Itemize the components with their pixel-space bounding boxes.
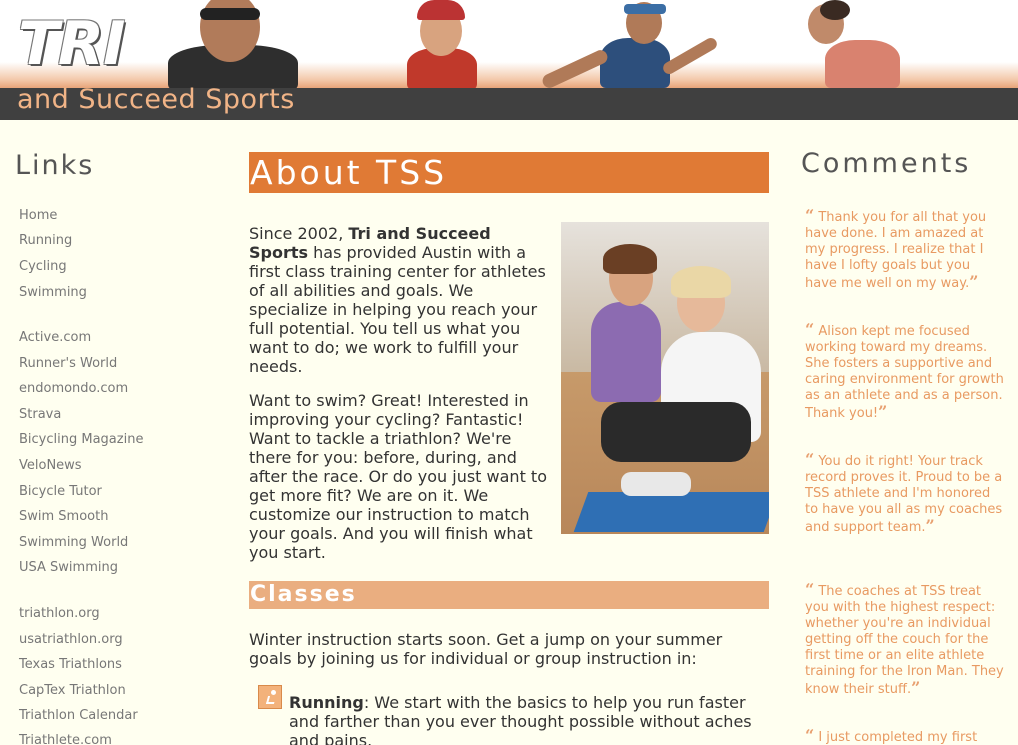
comments-title: Comments xyxy=(801,148,972,179)
open-quote-icon: “ xyxy=(805,726,815,745)
link-swimming-world[interactable]: Swimming World xyxy=(19,535,128,550)
about-p1-text: has provided Austin with a first class t… xyxy=(249,243,546,376)
link-bicycling-magazine[interactable]: Bicycling Magazine xyxy=(19,432,143,447)
comment-text: I just completed my first xyxy=(818,730,978,745)
link-usa-swimming[interactable]: USA Swimming xyxy=(19,560,118,575)
comment-item: “ Thank you for all that you have done. … xyxy=(805,208,1005,292)
close-quote-icon: ” xyxy=(878,402,888,421)
link-swimming[interactable]: Swimming xyxy=(19,285,87,300)
open-quote-icon: “ xyxy=(805,206,815,225)
link-home[interactable]: Home xyxy=(19,208,57,223)
main-content: About TSS Since 2002, Tri and Succeed Sp… xyxy=(249,120,769,745)
comment-item: “ I just completed my first xyxy=(805,728,1005,745)
link-velonews[interactable]: VeloNews xyxy=(19,458,82,473)
comment-item: “ The coaches at TSS treat you with the … xyxy=(805,582,1005,698)
link-cycling[interactable]: Cycling xyxy=(19,259,67,274)
close-quote-icon: ” xyxy=(969,272,979,291)
links-title: Links xyxy=(15,150,95,181)
about-paragraph-1: Since 2002, Tri and Succeed Sports has p… xyxy=(249,224,549,376)
open-quote-icon: “ xyxy=(805,320,815,339)
about-p1-prefix: Since 2002, xyxy=(249,224,349,243)
link-strava[interactable]: Strava xyxy=(19,407,61,422)
close-quote-icon: ” xyxy=(911,678,921,697)
comment-text: Alison kept me focused working toward my… xyxy=(805,324,1004,421)
link-triathlon-calendar[interactable]: Triathlon Calendar xyxy=(19,708,138,723)
about-paragraph-2: Want to swim? Great! Interested in impro… xyxy=(249,391,547,562)
link-endomondo[interactable]: endomondo.com xyxy=(19,381,128,396)
link-active-com[interactable]: Active.com xyxy=(19,330,91,345)
comment-text: Thank you for all that you have done. I … xyxy=(805,210,987,291)
close-quote-icon: ” xyxy=(925,516,935,535)
comment-item: “ You do it right! Your track record pro… xyxy=(805,452,1005,536)
banner-athlete-cyclist xyxy=(395,0,485,90)
banner-athlete-swimmer xyxy=(160,0,310,90)
open-quote-icon: “ xyxy=(805,450,815,469)
about-heading: About TSS xyxy=(249,152,769,193)
link-bicycle-tutor[interactable]: Bicycle Tutor xyxy=(19,484,102,499)
banner-athlete-runner xyxy=(540,0,720,91)
links-sidebar: Links Home Running Cycling Swimming Acti… xyxy=(0,120,225,745)
link-usatriathlon[interactable]: usatriathlon.org xyxy=(19,632,123,647)
link-triathlon-org[interactable]: triathlon.org xyxy=(19,606,100,621)
link-texas-triathlons[interactable]: Texas Triathlons xyxy=(19,657,122,672)
open-quote-icon: “ xyxy=(805,580,815,599)
running-class-description: Running: We start with the basics to hel… xyxy=(289,693,769,745)
running-icon xyxy=(258,685,282,709)
link-running[interactable]: Running xyxy=(19,233,72,248)
banner-athlete-woman xyxy=(800,0,920,88)
comment-item: “ Alison kept me focused working toward … xyxy=(805,322,1005,422)
link-triathlete-com[interactable]: Triathlete.com xyxy=(19,733,112,745)
comment-text: The coaches at TSS treat you with the hi… xyxy=(805,584,1004,697)
link-captex-triathlon[interactable]: CapTex Triathlon xyxy=(19,683,126,698)
classes-heading: Classes xyxy=(249,581,769,609)
comment-text: You do it right! Your track record prove… xyxy=(805,454,1003,535)
running-class-label: Running xyxy=(289,693,364,712)
classes-intro: Winter instruction starts soon. Get a ju… xyxy=(249,630,723,668)
site-logo-subtitle[interactable]: and Succeed Sports xyxy=(17,84,295,115)
site-banner: TRI and Succeed Sports xyxy=(0,0,1018,120)
site-logo-tri[interactable]: TRI xyxy=(18,14,125,74)
link-runners-world[interactable]: Runner's World xyxy=(19,356,117,371)
comments-sidebar: Comments “ Thank you for all that you ha… xyxy=(780,120,1018,745)
link-swim-smooth[interactable]: Swim Smooth xyxy=(19,509,108,524)
about-photo xyxy=(561,222,769,534)
